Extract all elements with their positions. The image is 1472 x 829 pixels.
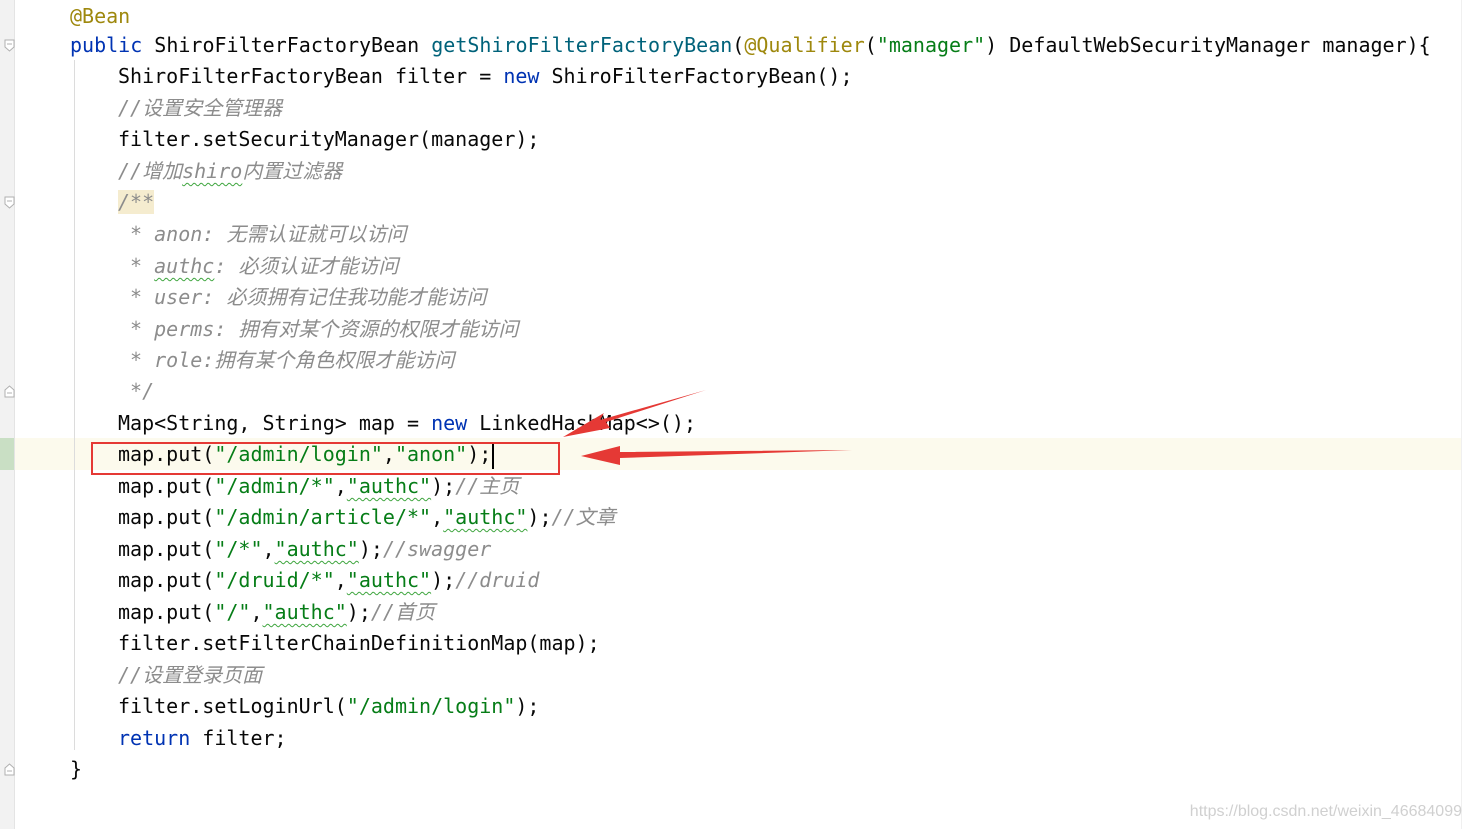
watermark: https://blog.csdn.net/weixin_46684099 xyxy=(1189,803,1462,820)
arrow-upper xyxy=(563,390,706,437)
arrow-lower xyxy=(581,446,852,465)
vertical-scrollbar[interactable] xyxy=(1461,0,1472,829)
code-editor[interactable]: @Bean public ShiroFilterFactoryBean getSh… xyxy=(0,0,1472,829)
annotation-arrows xyxy=(563,390,852,465)
